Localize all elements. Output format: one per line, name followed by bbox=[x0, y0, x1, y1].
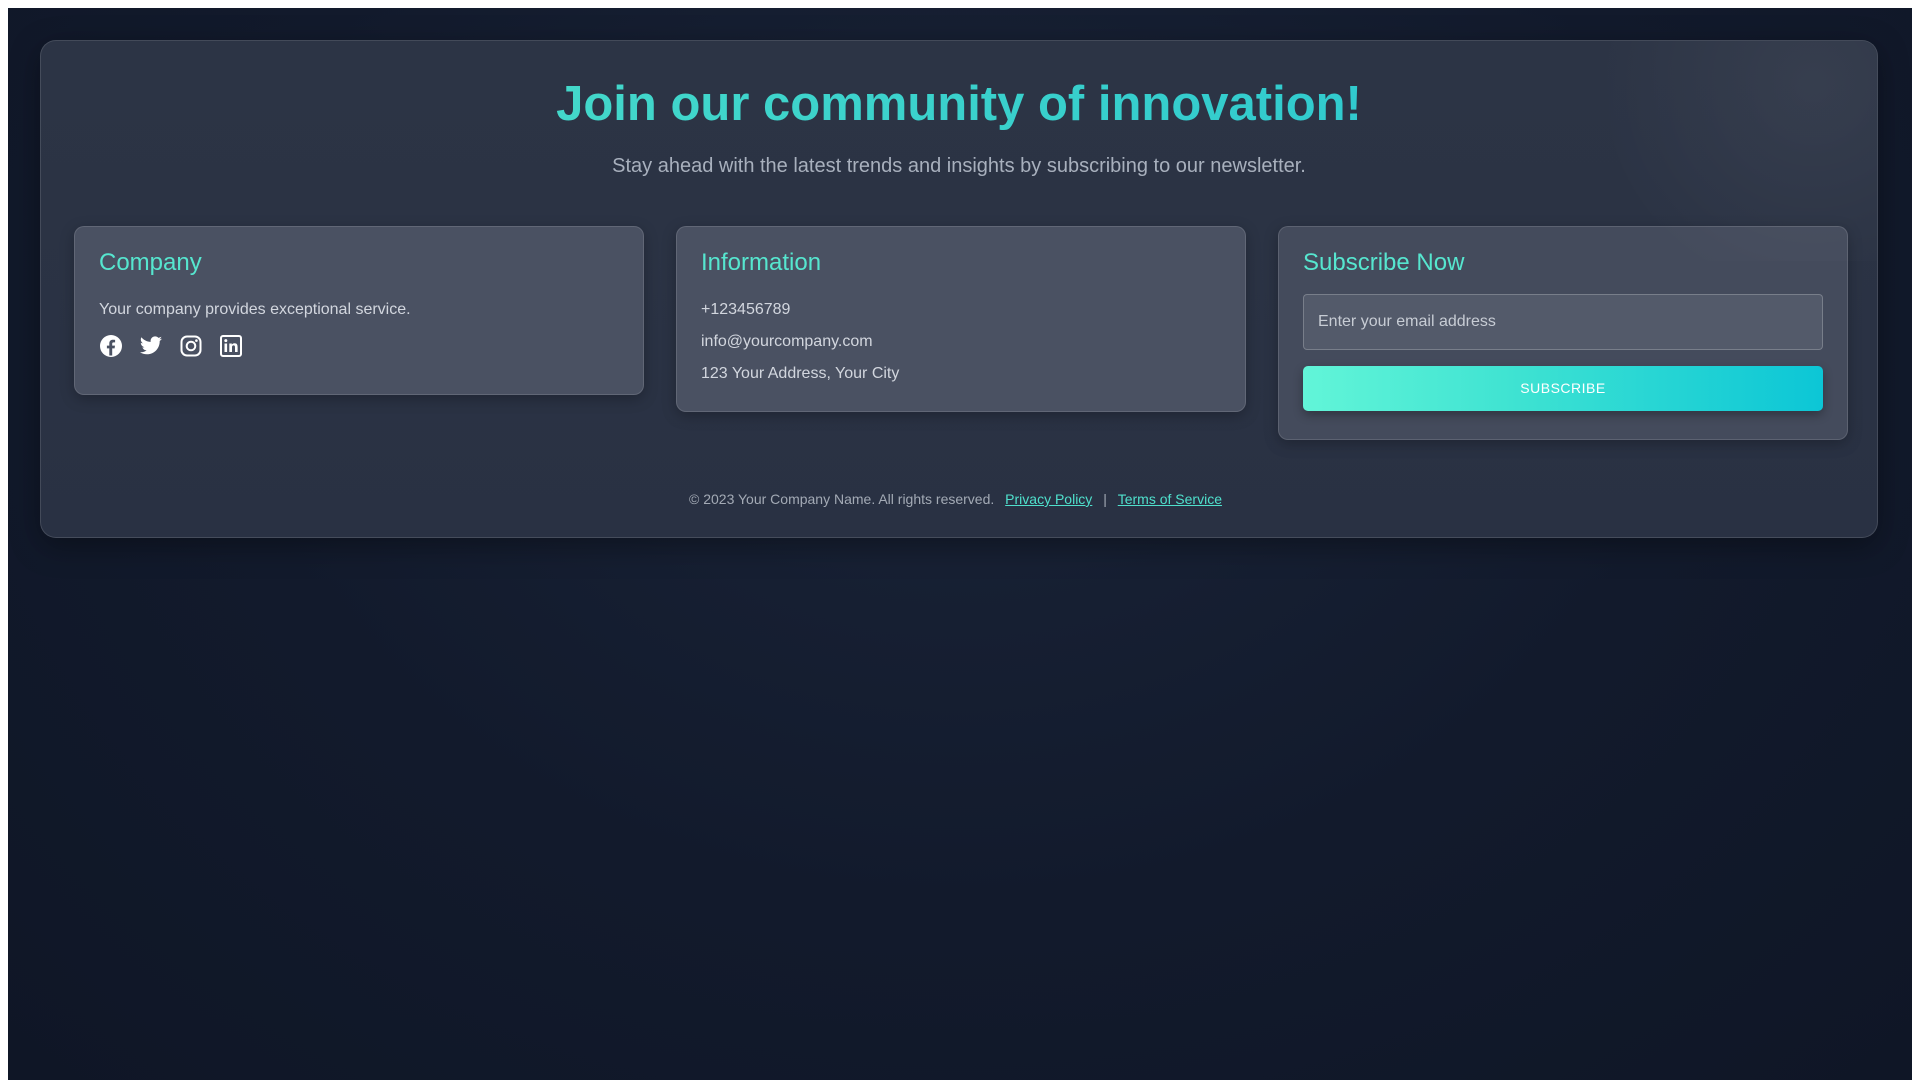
page-subtitle: Stay ahead with the latest trends and in… bbox=[612, 155, 1306, 177]
email-address: info@yourcompany.com bbox=[701, 332, 873, 350]
company-card: Company Your company provides exceptiona… bbox=[74, 226, 644, 395]
subscribe-card: Subscribe Now Subscribe bbox=[1278, 226, 1848, 440]
copyright-text: © 2023 Your Company Name. All rights res… bbox=[689, 491, 995, 507]
footer-separator: | bbox=[1103, 491, 1107, 507]
page-background: Join our community of innovation! Stay a… bbox=[8, 8, 1912, 1080]
page-title: Join our community of innovation! bbox=[41, 75, 1877, 134]
instagram-icon[interactable] bbox=[179, 334, 203, 358]
postal-address: 123 Your Address, Your City bbox=[701, 364, 900, 382]
social-links bbox=[99, 334, 619, 358]
email-input[interactable] bbox=[1303, 293, 1823, 350]
twitter-icon[interactable] bbox=[139, 334, 163, 358]
company-card-title: Company bbox=[99, 249, 202, 276]
privacy-policy-link[interactable]: Privacy Policy bbox=[1005, 491, 1092, 507]
information-card: Information +123456789 info@yourcompany.… bbox=[676, 226, 1246, 412]
phone-number: +123456789 bbox=[701, 300, 791, 318]
newsletter-panel: Join our community of innovation! Stay a… bbox=[40, 40, 1878, 538]
linkedin-icon[interactable] bbox=[219, 334, 243, 358]
facebook-icon[interactable] bbox=[99, 334, 123, 358]
company-description: Your company provides exceptional servic… bbox=[99, 300, 411, 318]
subscribe-button[interactable]: Subscribe bbox=[1303, 365, 1823, 411]
information-card-title: Information bbox=[701, 249, 822, 276]
terms-of-service-link[interactable]: Terms of Service bbox=[1118, 491, 1222, 507]
footer: © 2023 Your Company Name. All rights res… bbox=[41, 490, 1877, 508]
subscribe-card-title: Subscribe Now bbox=[1303, 249, 1465, 276]
